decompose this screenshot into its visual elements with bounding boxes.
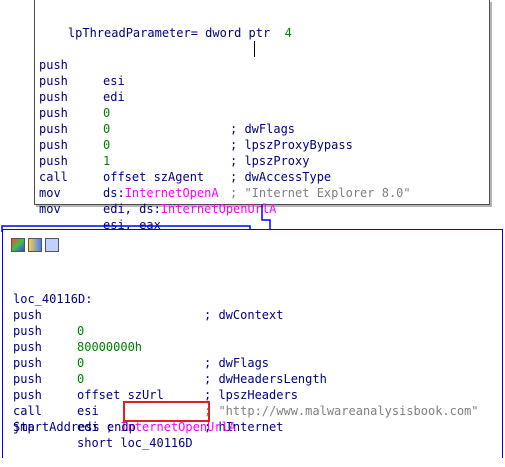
asm-line[interactable]: mov esi, eax xyxy=(39,185,161,232)
asm-line[interactable]: push esi ; hInternet xyxy=(13,371,283,434)
operand: esi xyxy=(103,74,125,88)
comment: ; dwHeadersLength xyxy=(204,372,327,386)
comment: ; dwFlags xyxy=(204,356,270,370)
graph-node-loop[interactable]: loc_40116D: ; dwContext push 0 push 8000… xyxy=(2,229,503,458)
comment: ; lpszProxy xyxy=(230,154,310,168)
jump-target-highlight xyxy=(123,401,210,422)
asm-line[interactable]: push 0 ; dwFlags xyxy=(39,73,295,136)
graph-view-icon[interactable] xyxy=(45,238,59,252)
param-line: lpThreadParameter= dword ptr 4 xyxy=(39,9,292,40)
operand: ds:InternetOpenA xyxy=(103,186,219,200)
asm-line[interactable]: call ds:InternetOpenA xyxy=(39,153,219,200)
node-toolbar xyxy=(11,238,62,252)
comment: ; dwAccessType xyxy=(230,170,332,184)
comment: ; dwContext xyxy=(204,308,284,322)
color-palette-icon[interactable] xyxy=(11,238,25,252)
comment: ; "Internet Explorer 8.0" xyxy=(230,186,411,200)
asm-line[interactable]: push 0 ; lpszProxy xyxy=(39,105,309,168)
param-offset: 4 xyxy=(284,26,292,40)
asm-line[interactable]: push 0 ; lpszProxyBypass xyxy=(39,89,353,152)
comment: ; "http://www.malwareanalysisbook.com" xyxy=(204,404,479,418)
comment: ; dwFlags xyxy=(230,122,296,136)
operand: esi xyxy=(77,404,99,418)
asm-line[interactable]: push 80000000h ; dwFlags xyxy=(13,307,269,370)
asm-line[interactable]: push 0 ; lpszHeaders xyxy=(13,339,298,402)
operand: 0 xyxy=(77,356,85,370)
asm-line[interactable]: push offset szAgent ; "Internet Explorer… xyxy=(39,137,411,200)
label-line[interactable]: loc_40116D: ; dwContext xyxy=(13,275,283,322)
param-text: lpThreadParameter= dword ptr xyxy=(67,26,285,40)
operand: edi xyxy=(103,90,125,104)
operand: offset szAgent xyxy=(103,170,205,184)
comment: ; lpszProxyBypass xyxy=(230,138,353,152)
edit-node-icon[interactable] xyxy=(28,238,42,252)
proc-end-line: StartAddress endp xyxy=(13,420,136,434)
operand: 0 xyxy=(77,372,85,386)
operand: edi, ds:InternetOpenUrlA xyxy=(103,202,277,216)
operand: short loc_40116D xyxy=(77,436,193,450)
asm-line[interactable]: mov edi, ds:InternetOpenUrlA xyxy=(39,169,276,216)
comment: ; lpszHeaders xyxy=(204,388,298,402)
mnemonic: mov xyxy=(39,202,61,216)
asm-line[interactable]: push offset szUrl ; "http://www.malwarea… xyxy=(13,355,479,418)
operand: 80000000h xyxy=(77,340,143,354)
text-cursor xyxy=(254,41,255,57)
asm-line[interactable]: jmp short loc_40116D xyxy=(13,403,193,450)
asm-line[interactable]: call edi ; InternetOpenUrlA xyxy=(13,387,236,434)
operand: 0 xyxy=(77,324,85,338)
asm-line[interactable]: push esi xyxy=(39,41,125,88)
operand: 0 xyxy=(103,122,111,136)
asm-line[interactable]: push 1 ; dwAccessType xyxy=(39,121,331,184)
asm-line[interactable]: push 0 xyxy=(13,291,84,338)
asm-line[interactable]: push 0 ; dwHeadersLength xyxy=(13,323,327,386)
operand: 0 xyxy=(103,106,111,120)
asm-line[interactable]: push edi xyxy=(39,57,125,104)
operand: 0 xyxy=(103,138,111,152)
operand: 1 xyxy=(103,154,111,168)
graph-node-top[interactable]: lpThreadParameter= dword ptr 4 push esi … xyxy=(34,0,490,232)
